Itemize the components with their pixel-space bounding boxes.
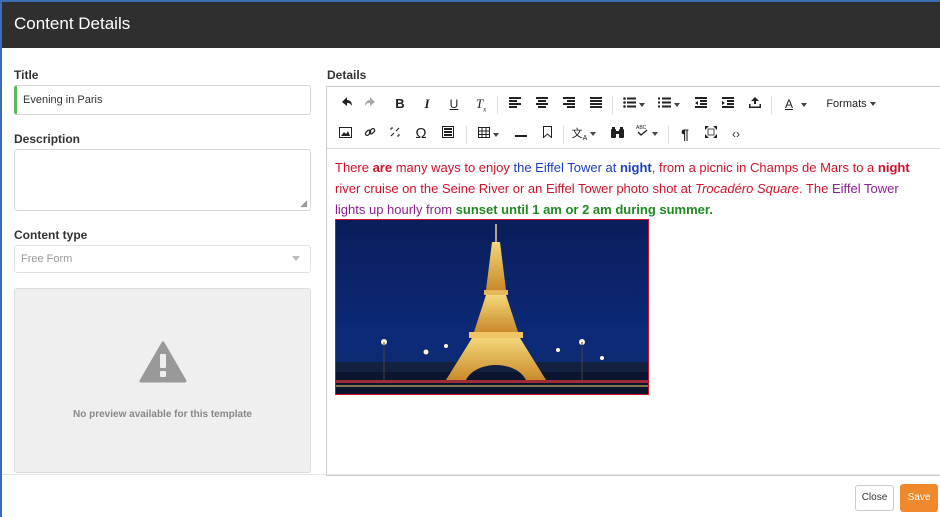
align-center-icon[interactable] — [532, 92, 552, 116]
text-color-icon[interactable]: A — [778, 92, 814, 116]
text-span: river cruise on the Seine River or an Ei… — [335, 181, 696, 196]
align-left-icon[interactable] — [505, 92, 525, 116]
bookmark-icon[interactable] — [537, 122, 557, 146]
text-span-blue: the Eiffel Tower at — [513, 160, 620, 175]
content-type-label: Content type — [14, 228, 88, 242]
content-type-value: Free Form — [21, 253, 73, 265]
bold-icon[interactable]: B — [390, 92, 410, 116]
toolbar-separator — [612, 96, 613, 114]
close-button[interactable]: Close — [855, 485, 894, 511]
warning-icon — [139, 341, 187, 383]
special-char-icon[interactable]: Ω — [411, 122, 431, 146]
text-span-italic: Trocadéro Square — [695, 181, 799, 196]
table-icon[interactable] — [473, 122, 503, 146]
toolbar-separator — [497, 96, 498, 114]
justify-icon[interactable] — [586, 92, 606, 116]
formats-dropdown[interactable]: Formats — [821, 92, 881, 116]
link-icon[interactable] — [360, 122, 380, 146]
details-label: Details — [327, 68, 367, 82]
numbered-list-icon[interactable] — [654, 92, 684, 116]
rich-text-editor: B I U Tx A Formats Ω 文A ABC ¶ ‹› There a… — [326, 86, 940, 476]
fullscreen-icon[interactable] — [701, 122, 721, 146]
editor-content[interactable]: There are many ways to enjoy the Eiffel … — [335, 157, 931, 220]
footer-divider — [2, 474, 940, 475]
description-textarea[interactable]: ◢ — [14, 149, 311, 211]
source-code-icon[interactable]: ‹› — [726, 122, 746, 146]
title-input[interactable]: Evening in Paris — [14, 85, 311, 115]
text-span: There — [335, 160, 373, 175]
text-span: . The — [798, 181, 832, 196]
dialog-header: Content Details — [2, 2, 940, 48]
italic-icon[interactable]: I — [417, 92, 437, 116]
text-span: , from a picnic in Champs de Mars to a — [651, 160, 878, 175]
svg-text:ABC: ABC — [636, 125, 647, 131]
template-preview: No preview available for this template — [14, 288, 311, 473]
indent-icon[interactable] — [718, 92, 738, 116]
save-button[interactable]: Save — [900, 484, 938, 512]
media-icon[interactable] — [438, 122, 458, 146]
toolbar-separator — [563, 126, 564, 144]
title-label: Title — [14, 68, 39, 82]
toolbar-separator — [466, 126, 467, 144]
unlink-icon[interactable] — [385, 122, 405, 146]
outdent-icon[interactable] — [691, 92, 711, 116]
toolbar-separator — [668, 126, 669, 144]
clear-formatting-icon[interactable]: Tx — [471, 92, 491, 116]
text-span-bold: are — [372, 160, 393, 175]
editor-paragraph: There are many ways to enjoy the Eiffel … — [335, 157, 931, 220]
dialog-title: Content Details — [14, 14, 131, 33]
text-span-blue-bold: night — [619, 160, 652, 175]
spellcheck-icon[interactable]: ABC — [632, 122, 662, 146]
underline-icon[interactable]: U — [444, 92, 464, 116]
text-span: many ways to enjoy — [392, 160, 514, 175]
chevron-down-icon — [292, 256, 300, 261]
translate-icon[interactable]: 文A — [569, 122, 599, 146]
find-icon[interactable] — [607, 122, 627, 146]
editor-toolbar: B I U Tx A Formats Ω 文A ABC ¶ ‹› — [327, 87, 940, 149]
redo-icon[interactable] — [360, 92, 380, 116]
horizontal-rule-icon[interactable] — [511, 122, 531, 146]
eiffel-tower-photo — [336, 220, 648, 394]
align-right-icon[interactable] — [559, 92, 579, 116]
eiffel-tower-image[interactable] — [335, 219, 649, 395]
undo-icon[interactable] — [337, 92, 357, 116]
image-icon[interactable] — [335, 122, 355, 146]
content-details-dialog: Content Details Title Evening in Paris D… — [0, 0, 940, 517]
toolbar-separator — [771, 96, 772, 114]
formats-label: Formats — [826, 98, 867, 110]
description-label: Description — [14, 132, 81, 146]
bullet-list-icon[interactable] — [619, 92, 649, 116]
upload-icon[interactable] — [745, 92, 765, 116]
content-type-select[interactable]: Free Form — [14, 245, 311, 273]
paragraph-mark-icon[interactable]: ¶ — [675, 122, 695, 146]
resize-grip-icon[interactable]: ◢ — [300, 199, 307, 208]
text-span-green-bold: sunset until 1 am or 2 am during summer. — [455, 202, 713, 217]
preview-message: No preview available for this template — [73, 409, 252, 420]
text-span-bold: night — [877, 160, 910, 175]
